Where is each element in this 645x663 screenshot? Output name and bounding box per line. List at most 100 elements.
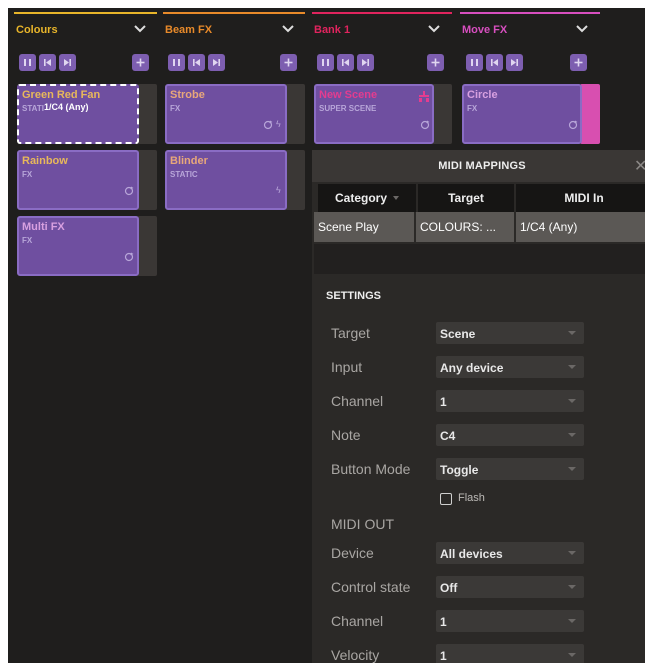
tile-type: FX — [22, 236, 33, 245]
lightning-icon: ϟ — [276, 119, 281, 129]
target-label: Target — [331, 325, 370, 341]
velocity-label: Velocity — [331, 647, 380, 663]
tile-circle[interactable]: Circle FX — [462, 84, 582, 144]
tile-green-red-fan[interactable]: Green Red Fan STATI 1/C4 (Any) — [17, 84, 139, 144]
previous-button[interactable] — [39, 54, 56, 71]
pause-button[interactable] — [19, 54, 36, 71]
previous-button[interactable] — [337, 54, 354, 71]
pause-button[interactable] — [168, 54, 185, 71]
skip-forward-icon — [511, 59, 518, 66]
bank-header-beam-fx[interactable]: Beam FX — [163, 12, 305, 44]
tile-title: New Scene — [319, 89, 378, 101]
add-scene-button[interactable] — [427, 54, 444, 71]
tile-rainbow[interactable]: Rainbow FX — [17, 150, 139, 210]
pause-button[interactable] — [466, 54, 483, 71]
midi-out-heading: MIDI OUT — [331, 516, 394, 532]
column-header-category[interactable]: Category — [318, 184, 416, 212]
select-value: Scene — [440, 327, 476, 341]
skip-back-icon — [342, 59, 349, 66]
button-mode-select[interactable]: Toggle — [436, 458, 584, 480]
add-scene-button[interactable] — [280, 54, 297, 71]
pause-button[interactable] — [317, 54, 334, 71]
tile-multi-fx[interactable]: Multi FX FX — [17, 216, 139, 276]
target-select[interactable]: Scene — [436, 322, 584, 344]
table-cell-category[interactable]: Scene Play — [314, 212, 414, 242]
select-value: All devices — [440, 547, 503, 561]
note-label: Note — [331, 427, 361, 443]
plus-icon — [284, 58, 293, 67]
previous-button[interactable] — [486, 54, 503, 71]
note-select[interactable]: C4 — [436, 424, 584, 446]
super-scene-icon — [419, 91, 429, 102]
skip-forward-icon — [213, 59, 220, 66]
tile-type: FX — [170, 104, 181, 113]
chevron-down-icon[interactable] — [280, 20, 296, 36]
skip-back-icon — [44, 59, 51, 66]
next-button[interactable] — [506, 54, 523, 71]
dropdown-arrow-icon — [568, 399, 576, 403]
bank-name: Move FX — [462, 24, 508, 36]
tile-new-scene[interactable]: New Scene SUPER SCENE — [314, 84, 434, 144]
out-channel-select[interactable]: 1 — [436, 610, 584, 632]
dropdown-arrow-icon — [568, 653, 576, 657]
tile-blinder[interactable]: Blinder STATIC ϟ — [165, 150, 287, 210]
tile-strobe[interactable]: Strobe FX ϟ — [165, 84, 287, 144]
pause-icon — [173, 59, 180, 66]
sort-arrow-icon — [393, 196, 399, 200]
flash-label: Flash — [458, 492, 485, 504]
loop-icon — [124, 252, 134, 262]
out-channel-label: Channel — [331, 613, 384, 629]
next-button[interactable] — [59, 54, 76, 71]
velocity-select[interactable]: 1 — [436, 644, 584, 663]
chevron-down-icon[interactable] — [132, 20, 148, 36]
device-select[interactable]: All devices — [436, 542, 584, 564]
lightning-icon: ϟ — [276, 185, 281, 195]
control-state-select[interactable]: Off — [436, 576, 584, 598]
bank-name: Colours — [16, 24, 58, 36]
tile-type: SUPER SCENE — [319, 104, 377, 113]
add-scene-button[interactable] — [132, 54, 149, 71]
pause-icon — [24, 59, 31, 66]
previous-button[interactable] — [188, 54, 205, 71]
table-cell-midi-in[interactable]: 1/C4 (Any) — [516, 212, 645, 242]
chevron-down-icon[interactable] — [574, 20, 590, 36]
panel-header: MIDI MAPPINGS ✕ — [312, 150, 645, 182]
close-icon[interactable]: ✕ — [634, 156, 645, 176]
tile-type: STATIC — [170, 170, 198, 179]
tile-title: Green Red Fan — [22, 89, 101, 101]
select-value: Off — [440, 581, 458, 595]
bank-header-colours[interactable]: Colours — [14, 12, 157, 44]
channel-select[interactable]: 1 — [436, 390, 584, 412]
column-label: Target — [448, 191, 484, 205]
column-label: Category — [334, 191, 387, 205]
tile-side — [137, 84, 157, 144]
chevron-down-icon[interactable] — [426, 20, 442, 36]
column-header-target[interactable]: Target — [418, 184, 514, 212]
table-cell-target[interactable]: COLOURS: ... — [416, 212, 514, 242]
tile-title: Blinder — [170, 155, 208, 167]
dropdown-arrow-icon — [568, 619, 576, 623]
bank-name: Beam FX — [165, 24, 213, 36]
input-select[interactable]: Any device — [436, 356, 584, 378]
bank-header-move-fx[interactable]: Move FX — [460, 12, 600, 44]
next-button[interactable] — [208, 54, 225, 71]
add-scene-button[interactable] — [570, 54, 587, 71]
select-value: Toggle — [440, 463, 479, 477]
device-label: Device — [331, 545, 374, 561]
tile-side — [285, 84, 305, 144]
next-button[interactable] — [357, 54, 374, 71]
loop-icon — [263, 120, 273, 130]
tile-side — [432, 84, 452, 144]
column-header-midi-in[interactable]: MIDI In — [516, 184, 645, 212]
loop-icon — [568, 120, 578, 130]
bank-header-bank-1[interactable]: Bank 1 — [312, 12, 452, 44]
dropdown-arrow-icon — [568, 467, 576, 471]
loop-icon — [420, 120, 430, 130]
empty-table-row — [314, 244, 645, 274]
flash-checkbox[interactable] — [440, 493, 452, 505]
tile-title: Circle — [467, 89, 498, 101]
select-value: 1 — [440, 649, 447, 663]
midi-note-badge: 1/C4 (Any) — [44, 102, 89, 112]
select-value: 1 — [440, 615, 447, 629]
app-window: Colours Beam FX Bank 1 Move FX Green Red… — [8, 8, 645, 663]
